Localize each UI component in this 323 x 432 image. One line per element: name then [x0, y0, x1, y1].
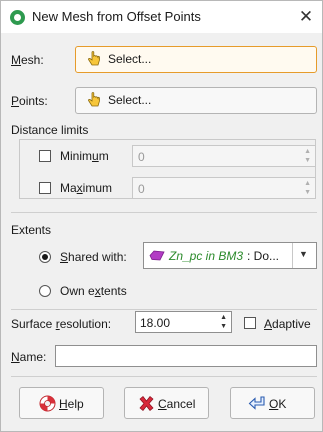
ok-mnemonic: O: [269, 397, 279, 411]
divider: [11, 376, 317, 377]
own-extents-radio[interactable]: [39, 285, 51, 297]
shared-value-name: Zn_pc in BM3: [169, 249, 244, 263]
divider: [11, 309, 317, 310]
surface-resolution-value: 18.00: [140, 316, 171, 330]
adaptive-label: Adaptive: [264, 317, 311, 331]
maximum-checkbox[interactable]: [39, 182, 51, 194]
cancel-label: Cancel: [158, 397, 195, 411]
minimum-spinbox[interactable]: 0 ▲ ▼: [132, 145, 316, 167]
minimum-label-b: m: [98, 149, 109, 163]
shared-with-label: Shared with:: [60, 250, 127, 264]
maximum-label: Maximum: [60, 181, 112, 195]
name-label: Name:: [11, 350, 46, 364]
mesh-label-rest: esh:: [21, 53, 44, 67]
shared-with-radio[interactable]: [39, 251, 51, 263]
maximum-value: 0: [138, 182, 145, 196]
ok-rest: K: [278, 397, 287, 411]
minimum-label: Minimum: [60, 149, 109, 163]
ok-button[interactable]: OK: [230, 387, 315, 419]
minimum-label-mnemonic: u: [92, 149, 99, 163]
extents-heading: Extents: [11, 223, 52, 237]
adaptive-rest: daptive: [272, 317, 311, 331]
points-label-rest: oints:: [19, 94, 48, 108]
help-lifebuoy-icon: [39, 395, 56, 412]
spin-up-icon[interactable]: ▲: [220, 314, 227, 321]
own-extents-label: Own extents: [60, 284, 127, 298]
help-rest: elp: [67, 397, 84, 411]
dialog-window: New Mesh from Offset Points ✕ Mesh: Sele…: [0, 0, 323, 432]
dropdown-divider: [292, 243, 293, 268]
help-mnemonic: H: [59, 397, 68, 411]
spin-up-icon[interactable]: ▲: [304, 180, 311, 187]
maximum-label-a: Ma: [60, 181, 77, 195]
surface-resolution-b: esolution:: [59, 317, 112, 331]
surface-resolution-label: Surface resolution:: [11, 317, 111, 331]
name-rest: ame:: [19, 350, 47, 364]
spin-down-icon[interactable]: ▼: [304, 157, 311, 164]
dropdown-arrow-icon[interactable]: ▼: [299, 249, 308, 259]
divider: [11, 212, 317, 213]
minimum-label-a: Minim: [60, 149, 92, 163]
mesh-select-button[interactable]: Select...: [75, 46, 317, 73]
help-button[interactable]: Help: [19, 387, 104, 419]
cancel-x-icon: [139, 395, 154, 412]
shared-with-rest: hared with:: [68, 250, 127, 264]
shared-with-mnemonic: S: [60, 250, 69, 264]
title-bar: New Mesh from Offset Points ✕: [1, 1, 322, 33]
adaptive-checkbox[interactable]: [244, 317, 256, 329]
maximum-spinbox[interactable]: 0 ▲ ▼: [132, 177, 316, 199]
shared-value-rest: : Do...: [247, 249, 280, 263]
adaptive-mnemonic: A: [264, 317, 273, 331]
spin-down-icon[interactable]: ▼: [304, 189, 311, 196]
surface-resolution-a: Surface: [11, 317, 56, 331]
mesh-select-text: Select...: [108, 52, 152, 66]
close-icon[interactable]: ✕: [294, 5, 318, 29]
points-label-mnemonic: P: [11, 94, 20, 108]
distance-limits-heading: Distance limits: [11, 123, 89, 137]
ok-arrow-icon: [248, 396, 265, 410]
mesh-label-mnemonic: M: [11, 53, 21, 67]
points-select-text: Select...: [108, 93, 152, 107]
name-mnemonic: N: [11, 350, 20, 364]
minimum-checkbox[interactable]: [39, 150, 51, 162]
spin-up-icon[interactable]: ▲: [304, 148, 311, 155]
help-label: Help: [59, 397, 84, 411]
mesh-label: Mesh:: [11, 53, 44, 67]
shared-with-dropdown[interactable]: Zn_pc in BM3 : Do... ▼: [143, 242, 317, 269]
points-select-button[interactable]: Select...: [75, 87, 317, 114]
own-extents-a: Own e: [60, 284, 95, 298]
own-extents-b: tents: [100, 284, 127, 298]
minimum-value: 0: [138, 150, 145, 164]
dialog-title: New Mesh from Offset Points: [32, 9, 201, 24]
cancel-rest: ancel: [166, 397, 196, 411]
app-icon: [10, 10, 25, 25]
name-input[interactable]: [55, 345, 317, 367]
spin-down-icon[interactable]: ▼: [220, 323, 227, 330]
cancel-mnemonic: C: [158, 397, 167, 411]
cancel-button[interactable]: Cancel: [124, 387, 209, 419]
maximum-label-b: imum: [82, 181, 113, 195]
hand-pointer-icon: [88, 51, 100, 66]
points-label: Points:: [11, 94, 48, 108]
surface-resolution-spinbox[interactable]: 18.00 ▲ ▼: [135, 311, 232, 333]
hand-pointer-icon: [88, 92, 100, 107]
mesh-object-icon: [149, 250, 165, 261]
ok-label: OK: [269, 397, 286, 411]
